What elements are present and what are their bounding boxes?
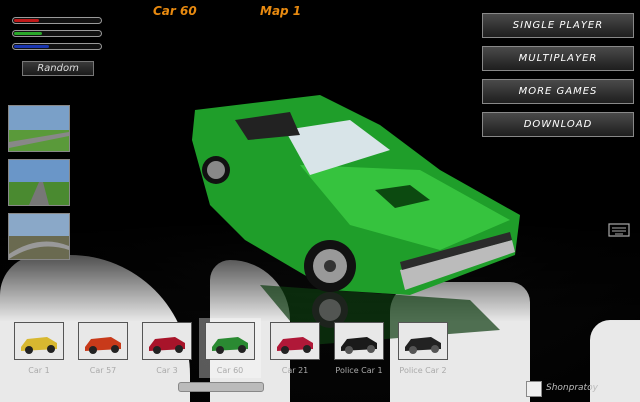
multiplayer-button[interactable]: MULTIPLAYER	[482, 46, 634, 71]
color-sliders	[12, 17, 102, 56]
car-select-label: Car 60	[216, 366, 244, 375]
checkbox-icon[interactable]	[526, 381, 542, 397]
map-thumbnail-2[interactable]	[8, 159, 70, 206]
car-select-label: Car 3	[156, 366, 178, 375]
green-slider[interactable]	[12, 30, 102, 37]
download-button[interactable]: DOWNLOAD	[482, 112, 634, 137]
map-thumbnail-3[interactable]	[8, 213, 70, 260]
car-select-item[interactable]: Car 1	[8, 318, 70, 375]
game-scene: Random Car 60 Map 1 SINGLE PLAYER MULTIP…	[0, 0, 640, 402]
car-select-item[interactable]: Car 3	[136, 318, 198, 375]
map-name-label: Map 1	[260, 4, 302, 18]
keyboard-icon[interactable]	[608, 222, 630, 238]
car-select-item[interactable]: Police Car 2	[392, 318, 454, 375]
car-select-label: Car 1	[28, 366, 50, 375]
car-select-item[interactable]: Police Car 1	[328, 318, 390, 375]
car-select-item[interactable]: Car 57	[72, 318, 134, 375]
car-select-label: Police Car 2	[399, 366, 447, 375]
car-select-item[interactable]: Car 21	[264, 318, 326, 375]
credit-text: Shonpratoy	[546, 383, 598, 393]
car-select-item-selected[interactable]: Car 60	[199, 318, 261, 378]
more-games-button[interactable]: MORE GAMES	[482, 79, 634, 104]
car-name-label: Car 60	[153, 4, 197, 18]
red-slider[interactable]	[12, 17, 102, 24]
car-select-label: Car 57	[89, 366, 117, 375]
random-button[interactable]: Random	[22, 61, 94, 76]
car-select-label: Police Car 1	[335, 366, 383, 375]
blue-slider[interactable]	[12, 43, 102, 50]
single-player-button[interactable]: SINGLE PLAYER	[482, 13, 634, 38]
car-select-label: Car 21	[281, 366, 309, 375]
car-strip-scrollbar[interactable]	[178, 382, 264, 392]
map-thumbnail-1[interactable]	[8, 105, 70, 152]
